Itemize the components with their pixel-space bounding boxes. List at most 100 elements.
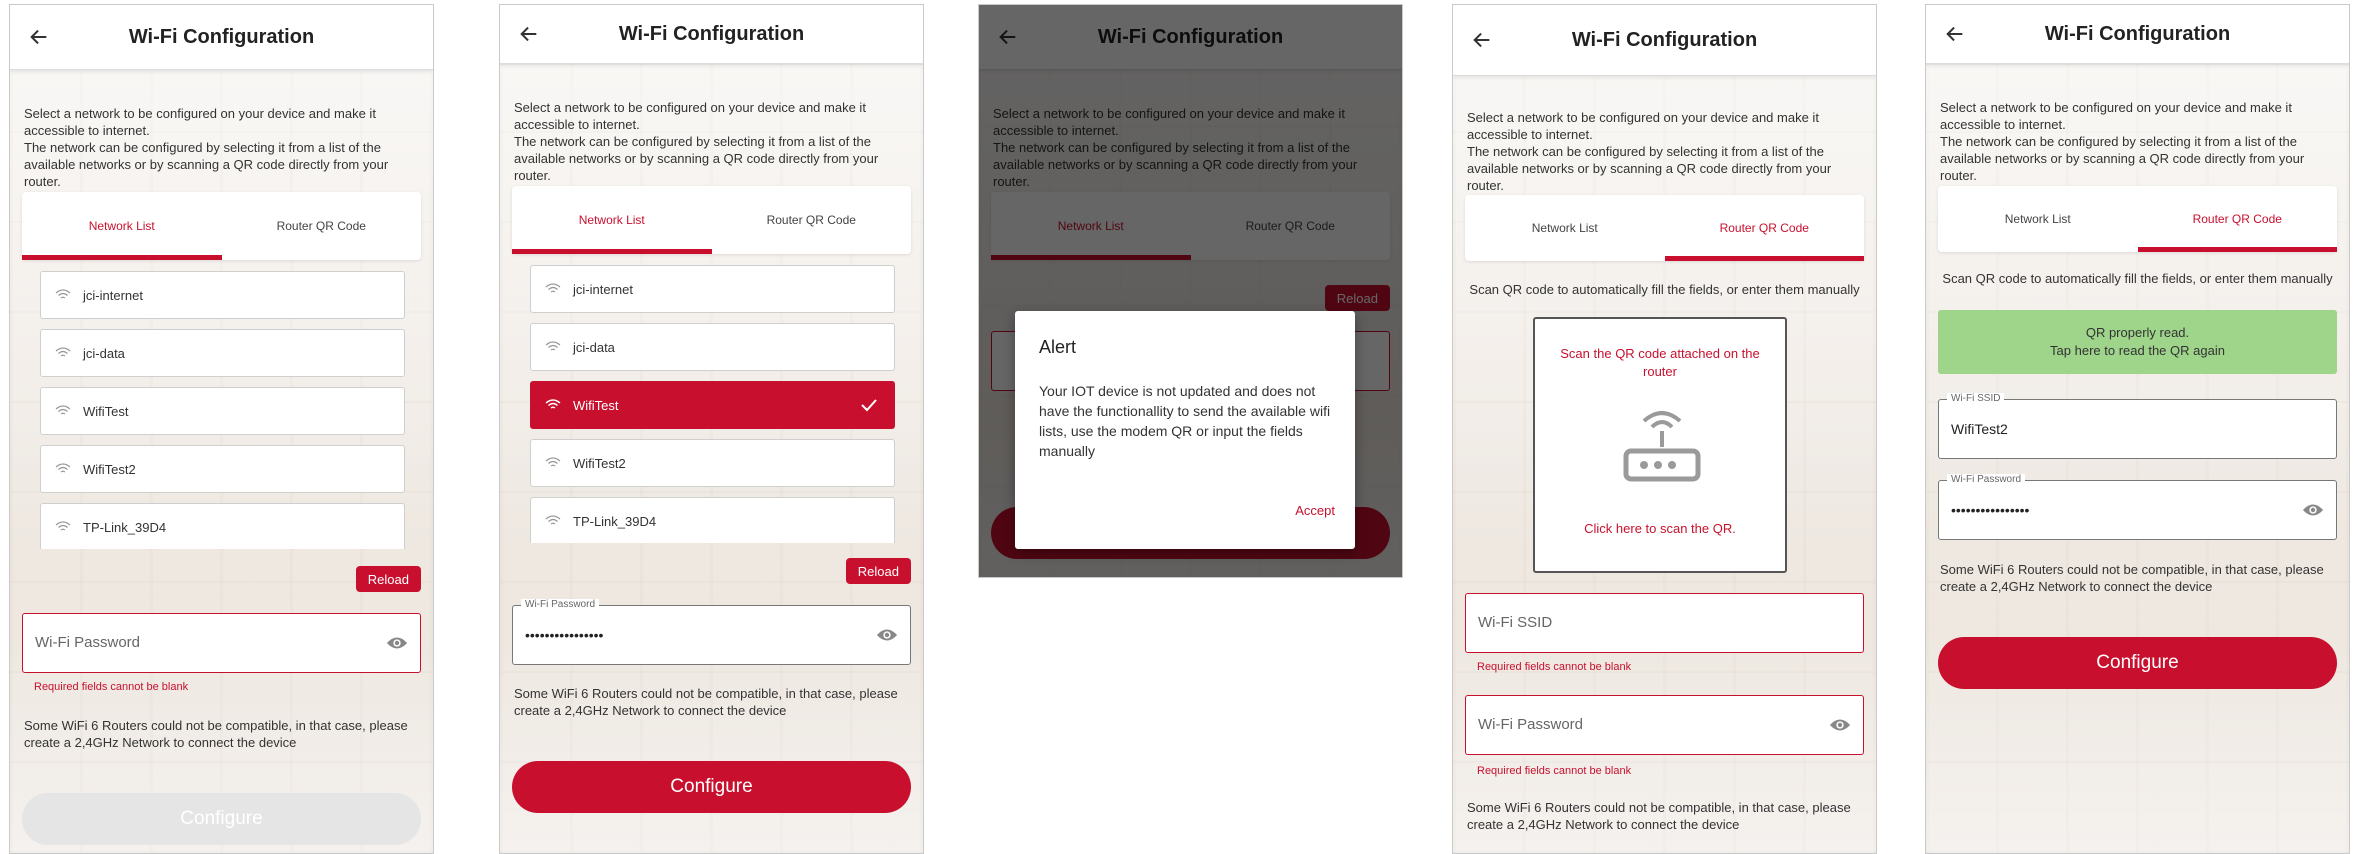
ssid-value: WifiTest2 — [1951, 421, 2008, 437]
screen-network-list-empty: Wi-Fi Configuration Select a network to … — [9, 4, 434, 854]
compat-note: Some WiFi 6 Routers could not be compati… — [24, 718, 408, 750]
intro-line-2: The network can be configured by selecti… — [1467, 144, 1832, 193]
intro-line-2: The network can be configured by selecti… — [1940, 134, 2305, 183]
screen-alert: Wi-Fi Configuration Select a network to … — [978, 4, 1403, 578]
password-placeholder: Wi-Fi Password — [1478, 716, 1584, 733]
configure-button[interactable]: Configure — [1938, 637, 2337, 689]
tab-bar: Network List Router QR Code — [22, 192, 421, 260]
network-item[interactable]: TP-Link_39D4 — [40, 503, 405, 549]
network-item[interactable]: WifiTest — [40, 387, 405, 435]
app-bar: Wi-Fi Configuration — [1453, 5, 1876, 76]
qr-success-banner[interactable]: QR properly read. Tap here to read the Q… — [1938, 310, 2337, 374]
network-name: WifiTest2 — [83, 462, 136, 477]
network-item[interactable]: WifiTest2 — [40, 445, 405, 493]
screen-router-qr-scan: Wi-Fi Configuration Select a network to … — [1452, 4, 1877, 854]
app-bar: Wi-Fi Configuration — [1926, 5, 2349, 64]
intro-text: Select a network to be configured on you… — [1940, 99, 2337, 184]
intro-text: Select a network to be configured on you… — [24, 105, 421, 190]
password-field[interactable]: Wi-Fi Password •••••••••••••••• — [1938, 474, 2337, 540]
network-name: jci-data — [83, 346, 125, 361]
reload-button[interactable]: Reload — [845, 558, 911, 584]
tab-network-list[interactable]: Network List — [512, 186, 712, 254]
compat-note: Some WiFi 6 Routers could not be compati… — [1467, 800, 1851, 832]
accept-button[interactable]: Accept — [1295, 503, 1335, 518]
qr-help-text: Scan QR code to automatically fill the f… — [1469, 282, 1860, 297]
page-title: Wi-Fi Configuration — [618, 23, 805, 45]
network-item[interactable]: TP-Link_39D4 — [530, 497, 895, 543]
password-error: Required fields cannot be blank — [34, 681, 189, 693]
check-icon — [861, 399, 877, 412]
intro-text: Select a network to be configured on you… — [514, 99, 911, 184]
network-name: WifiTest — [83, 404, 129, 419]
router-icon — [1623, 411, 1701, 482]
tab-router-qr[interactable]: Router QR Code — [1665, 195, 1865, 261]
tab-bar: Network List Router QR Code — [1465, 195, 1864, 261]
ssid-field[interactable]: Wi-Fi SSID WifiTest2 — [1938, 393, 2337, 459]
wifi-icon — [55, 463, 71, 473]
network-list[interactable]: jci-internet jci-data WifiTest WifiTest2… — [40, 271, 405, 549]
password-field[interactable]: Wi-Fi Password •••••••••••••••• — [512, 599, 911, 665]
tab-bar: Network List Router QR Code — [1938, 186, 2337, 252]
wifi-icon — [545, 341, 561, 351]
eye-icon[interactable] — [876, 626, 898, 644]
tab-indicator — [22, 255, 222, 260]
alert-message: Your IOT device is not updated and does … — [1039, 383, 1331, 459]
network-name: TP-Link_39D4 — [83, 520, 167, 535]
compat-note: Some WiFi 6 Routers could not be compati… — [514, 686, 898, 718]
intro-line-1: Select a network to be configured on you… — [1940, 100, 2292, 132]
page-title: Wi-Fi Configuration — [128, 26, 315, 48]
password-value: •••••••••••••••• — [525, 627, 604, 643]
qr-scan-box[interactable]: Scan the QR code attached on the router … — [1533, 317, 1787, 573]
network-name: jci-internet — [83, 288, 143, 303]
tab-router-qr[interactable]: Router QR Code — [2138, 186, 2338, 252]
configure-button[interactable]: Configure — [512, 761, 911, 813]
password-field[interactable]: Wi-Fi Password — [22, 613, 421, 673]
network-name: jci-internet — [573, 282, 633, 297]
network-name: TP-Link_39D4 — [573, 514, 657, 529]
network-name: WifiTest — [573, 398, 619, 413]
wifi-icon — [545, 457, 561, 467]
reload-button[interactable]: Reload — [355, 566, 421, 592]
alert-dialog: Alert Your IOT device is not updated and… — [1015, 311, 1355, 549]
wifi-icon — [545, 283, 561, 293]
network-item[interactable]: jci-data — [530, 323, 895, 371]
ssid-error: Required fields cannot be blank — [1477, 661, 1632, 673]
eye-icon[interactable] — [1829, 716, 1851, 734]
network-name: jci-data — [573, 340, 615, 355]
password-field[interactable]: Wi-Fi Password — [1465, 695, 1864, 755]
intro-line-2: The network can be configured by selecti… — [514, 134, 879, 183]
tab-network-list[interactable]: Network List — [1938, 186, 2138, 252]
wifi-icon — [55, 347, 71, 357]
network-list[interactable]: jci-internet jci-data WifiTest WifiTest2… — [530, 265, 895, 543]
qr-success-line-2: Tap here to read the QR again — [2050, 343, 2225, 358]
network-item-selected[interactable]: WifiTest — [530, 381, 895, 429]
network-item[interactable]: WifiTest2 — [530, 439, 895, 487]
network-name: WifiTest2 — [573, 456, 626, 471]
network-item[interactable]: jci-data — [40, 329, 405, 377]
tab-bar: Network List Router QR Code — [512, 186, 911, 254]
page-title: Wi-Fi Configuration — [2044, 23, 2231, 45]
wifi-icon — [55, 289, 71, 299]
wifi-icon — [55, 405, 71, 415]
screen-router-qr-read: Wi-Fi Configuration Select a network to … — [1925, 4, 2350, 854]
tab-router-qr[interactable]: Router QR Code — [712, 186, 912, 254]
intro-line-1: Select a network to be configured on you… — [24, 106, 376, 138]
tab-router-qr[interactable]: Router QR Code — [222, 192, 422, 260]
wifi-icon — [545, 399, 561, 409]
page-title: Wi-Fi Configuration — [1571, 29, 1758, 51]
qr-scan-instruction: Scan the QR code attached on the router — [1560, 346, 1760, 379]
tab-network-list[interactable]: Network List — [22, 192, 222, 260]
eye-icon[interactable] — [2302, 501, 2324, 519]
intro-line-1: Select a network to be configured on you… — [1467, 110, 1819, 142]
network-item[interactable]: jci-internet — [40, 271, 405, 319]
tab-indicator — [1664, 256, 1864, 261]
eye-icon[interactable] — [386, 634, 408, 652]
network-item[interactable]: jci-internet — [530, 265, 895, 313]
configure-button[interactable]: Configure — [22, 793, 421, 845]
ssid-field[interactable]: Wi-Fi SSID — [1465, 593, 1864, 653]
intro-line-1: Select a network to be configured on you… — [514, 100, 866, 132]
tab-network-list[interactable]: Network List — [1465, 195, 1665, 261]
qr-scan-link[interactable]: Click here to scan the QR. — [1535, 521, 1785, 536]
tab-indicator — [512, 249, 712, 254]
wifi-icon — [55, 521, 71, 531]
